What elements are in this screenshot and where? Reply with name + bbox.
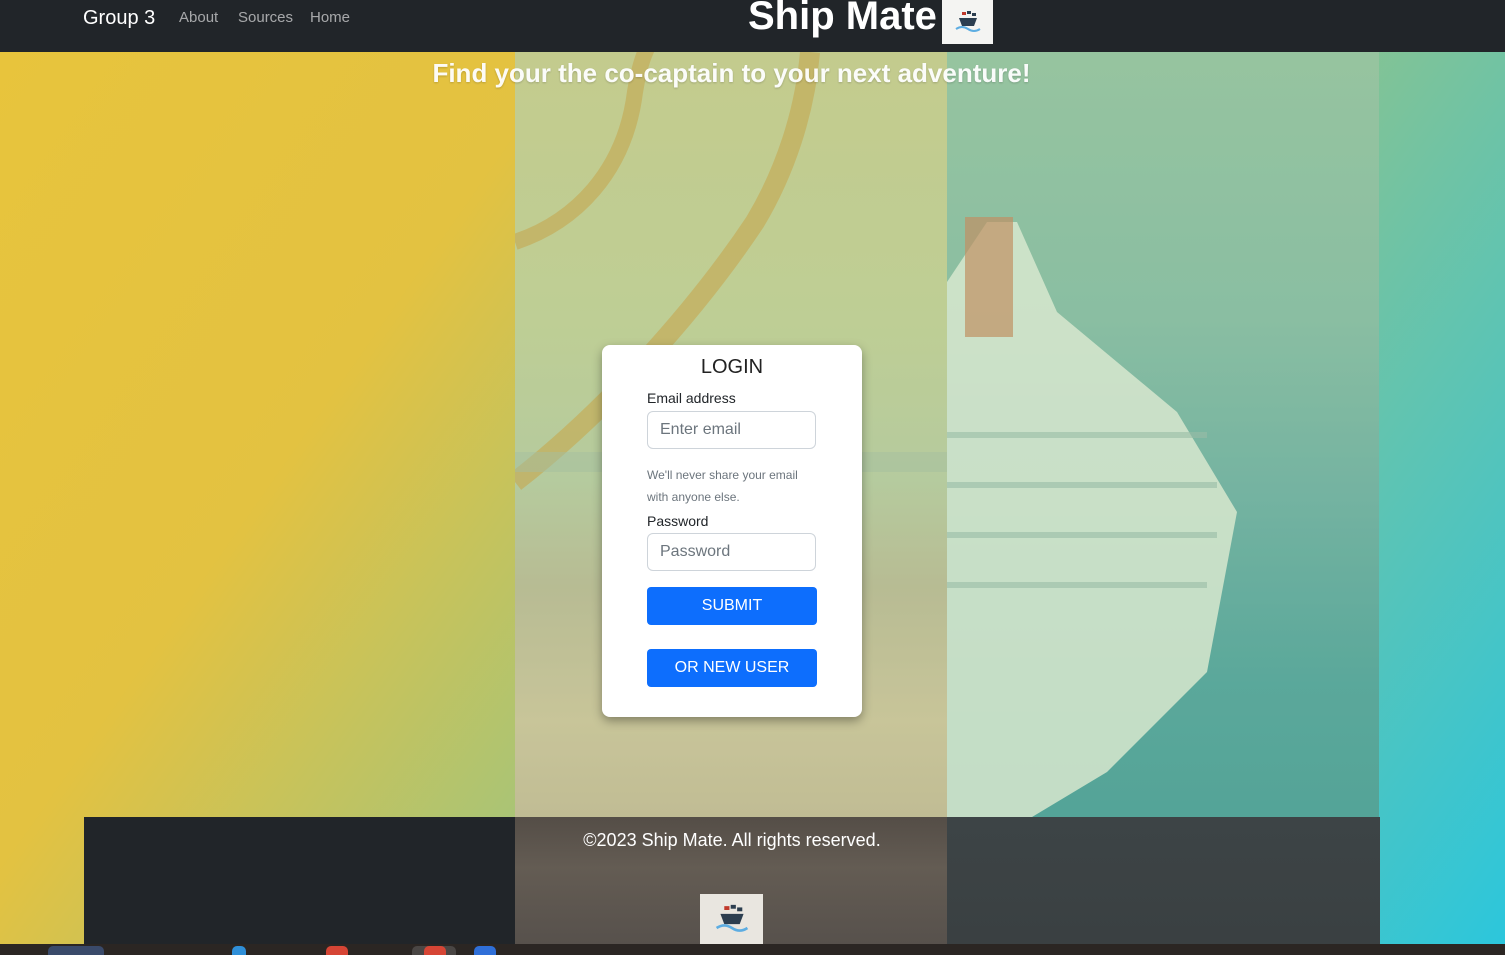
email-label: Email address <box>647 390 736 406</box>
nav-link-sources[interactable]: Sources <box>238 9 293 26</box>
start-button-icon[interactable] <box>48 946 104 955</box>
ship-logo-icon <box>942 0 993 44</box>
password-label: Password <box>647 513 709 529</box>
navbar-brand[interactable]: Group 3 <box>83 7 155 30</box>
ship-logo-icon <box>700 894 763 944</box>
nav-link-home[interactable]: Home <box>310 9 350 26</box>
taskbar-chrome-icon[interactable] <box>326 946 348 955</box>
new-user-button[interactable]: OR NEW USER <box>647 649 817 687</box>
cruise-ship-photo-panel <box>947 52 1379 944</box>
taskbar-app-icon[interactable] <box>232 946 246 955</box>
nav-link-about[interactable]: About <box>179 9 218 26</box>
login-title: LOGIN <box>700 356 764 378</box>
email-help-text: We'll never share your email with anyone… <box>647 468 798 504</box>
password-field[interactable] <box>647 533 816 571</box>
login-card: LOGIN Email address We'll never share yo… <box>602 345 862 717</box>
submit-button[interactable]: SUBMIT <box>647 587 817 625</box>
hero-tagline: Find your the co-captain to your next ad… <box>432 58 1031 88</box>
os-taskbar <box>0 944 1505 955</box>
page-footer: ©2023 Ship Mate. All rights reserved. <box>84 817 1380 944</box>
site-title: Ship Mate <box>748 0 937 38</box>
copyright-text: ©2023 Ship Mate. All rights reserved. <box>583 830 881 850</box>
top-navbar: Group 3 About Sources Home Ship Mate <box>0 0 1505 52</box>
email-field[interactable] <box>647 411 816 449</box>
taskbar-app-icon[interactable] <box>474 946 496 955</box>
taskbar-chrome-icon[interactable] <box>424 946 446 955</box>
